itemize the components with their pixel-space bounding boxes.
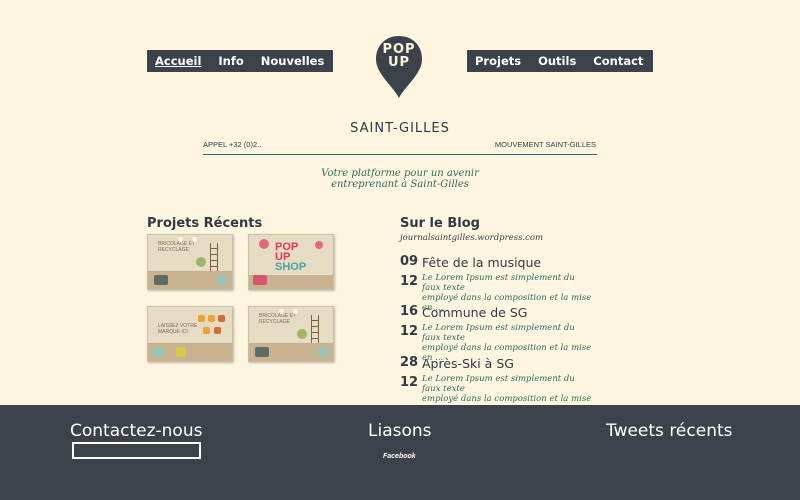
- nav-info-link[interactable]: Info: [218, 54, 243, 68]
- post-3-excerpt-line-1: Le Lorem Ipsum est simplement du faux te…: [422, 374, 575, 394]
- bag-icon: [208, 315, 215, 322]
- bag-icon: [198, 315, 205, 322]
- projects-title: Projets Récents: [147, 216, 263, 231]
- ball-icon: [317, 346, 329, 358]
- chair-icon: [154, 347, 164, 357]
- nav-accueil-link[interactable]: Accueil: [155, 54, 201, 68]
- post-2-month: 12: [400, 324, 419, 339]
- bag-icon: [218, 315, 225, 322]
- nav-left: Accueil Info Nouvelles: [147, 50, 333, 72]
- tagline: Votre platforme pour un avenir entrepren…: [0, 168, 800, 190]
- logo-line-up: UP: [387, 55, 411, 70]
- post-2-day: 16: [400, 304, 419, 319]
- tweets-title: Tweets récents: [606, 421, 733, 441]
- tagline-line-2: entreprenant à Saint-Gilles: [331, 179, 469, 190]
- lantern-icon: [315, 241, 323, 249]
- bag-icon: [214, 327, 221, 334]
- header-divider: [203, 154, 597, 155]
- thumb-sign: BRICOLAGE ET RECYCLAGE: [259, 313, 296, 325]
- blog-url-link[interactable]: journalsaintgilles.wordpress.com: [400, 233, 543, 243]
- bag-icon: [203, 327, 210, 334]
- chair-icon: [253, 275, 267, 285]
- nav-right: Projets Outils Contact: [467, 50, 653, 72]
- stool-icon: [154, 275, 168, 285]
- links-title: Liasons: [368, 421, 432, 441]
- post-3-title[interactable]: Après-Ski à SG: [422, 356, 514, 371]
- popup-shop-sign: POP UP SHOP: [275, 242, 307, 273]
- nav-outils-link[interactable]: Outils: [538, 54, 576, 68]
- blog-title: Sur le Blog: [400, 216, 480, 231]
- nav-contact-link[interactable]: Contact: [593, 54, 643, 68]
- post-2-title[interactable]: Commune de SG: [422, 305, 527, 320]
- post-2-excerpt-line-1: Le Lorem Ipsum est simplement du faux te…: [422, 323, 575, 343]
- post-3-day: 28: [400, 355, 419, 370]
- post-3-month: 12: [400, 375, 419, 390]
- lamp-icon: [279, 309, 284, 314]
- lamp-icon: [293, 309, 298, 314]
- footer: Contactez-nous Liasons Facebook Tweets r…: [0, 405, 800, 500]
- contact-input[interactable]: [72, 442, 201, 459]
- plant-icon: [196, 257, 206, 267]
- nav-nouvelles-link[interactable]: Nouvelles: [261, 54, 325, 68]
- chair-icon: [176, 347, 186, 357]
- thumb-sign: BRICOLAGE ET RECYCLAGE: [158, 241, 195, 253]
- facebook-link[interactable]: Facebook: [383, 453, 416, 460]
- post-1-title[interactable]: Fête de la musique: [422, 255, 541, 270]
- lamp-icon: [192, 237, 197, 242]
- project-thumbnail-4[interactable]: BRICOLAGE ET RECYCLAGE: [248, 306, 334, 362]
- post-1-excerpt-line-1: Le Lorem Ipsum est simplement du faux te…: [422, 273, 575, 293]
- shop-line-3: SHOP: [275, 261, 307, 273]
- logo-text: POP UP: [373, 43, 425, 69]
- lamp-icon: [178, 237, 183, 242]
- stool-icon: [255, 347, 269, 357]
- nav-projets-link[interactable]: Projets: [475, 54, 521, 68]
- thumb-sign: LAISSEZ VOTRE MARQUE ICI: [158, 323, 198, 335]
- project-thumbnail-1[interactable]: BRICOLAGE ET RECYCLAGE: [147, 234, 233, 290]
- tagline-line-1: Votre platforme pour un avenir: [321, 168, 479, 179]
- post-1-month: 12: [400, 274, 419, 289]
- phone-number: APPEL +32 (0)2..: [203, 140, 262, 149]
- popup-logo[interactable]: POP UP: [373, 34, 425, 100]
- project-thumbnail-3[interactable]: LAISSEZ VOTRE MARQUE ICI: [147, 306, 233, 362]
- post-1-day: 09: [400, 254, 419, 269]
- ball-icon: [216, 274, 228, 286]
- movement-label: MOUVEMENT SAINT-GILLES: [494, 140, 596, 149]
- plant-icon: [297, 329, 307, 339]
- contact-title: Contactez-nous: [70, 421, 203, 441]
- city-title: SAINT-GILLES: [350, 121, 450, 136]
- lantern-icon: [259, 239, 269, 249]
- project-thumbnail-2[interactable]: POP UP SHOP: [248, 234, 334, 290]
